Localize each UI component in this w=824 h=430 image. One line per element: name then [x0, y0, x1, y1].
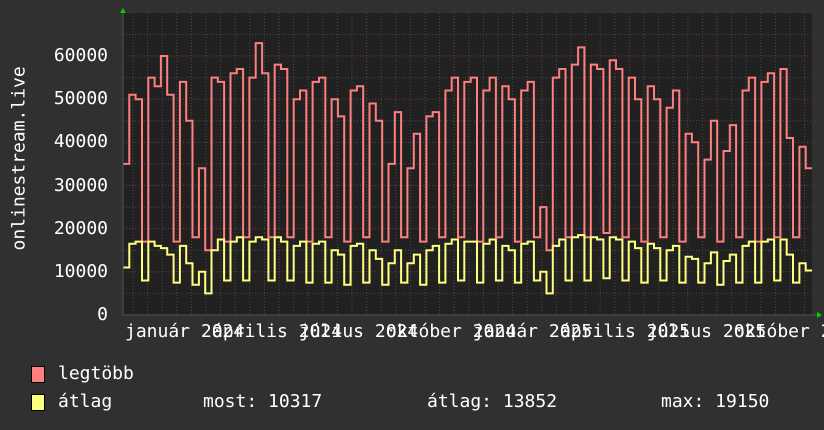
legend-label-max: legtöbb	[58, 363, 134, 384]
y-tick-label: 20000	[53, 217, 108, 239]
y-tick-label: 30000	[53, 174, 108, 196]
legend-label-avg: átlag	[58, 391, 113, 412]
y-axis-arrow-icon	[120, 8, 126, 13]
legend-max-value: max: 19150	[661, 391, 770, 412]
y-tick-label: 50000	[53, 88, 108, 110]
y-tick-label: 0	[97, 304, 108, 325]
legend-average-value: átlag: 13852	[427, 391, 558, 412]
x-tick-label: október 2025	[734, 321, 824, 342]
rrd-graph: onlinestream.live 0 10000 20000 30000 40000 5…	[0, 0, 824, 430]
y-tick-label: 40000	[53, 131, 108, 153]
legend-swatch-max	[31, 366, 45, 383]
x-axis-arrow-icon	[817, 312, 822, 318]
y-tick-label: 60000	[53, 45, 108, 66]
legend-swatch-avg	[31, 394, 45, 411]
legend-now-value: most: 10317	[203, 391, 323, 412]
y-axis-label: onlinestream.live	[8, 66, 30, 251]
y-tick-label: 10000	[53, 260, 108, 282]
